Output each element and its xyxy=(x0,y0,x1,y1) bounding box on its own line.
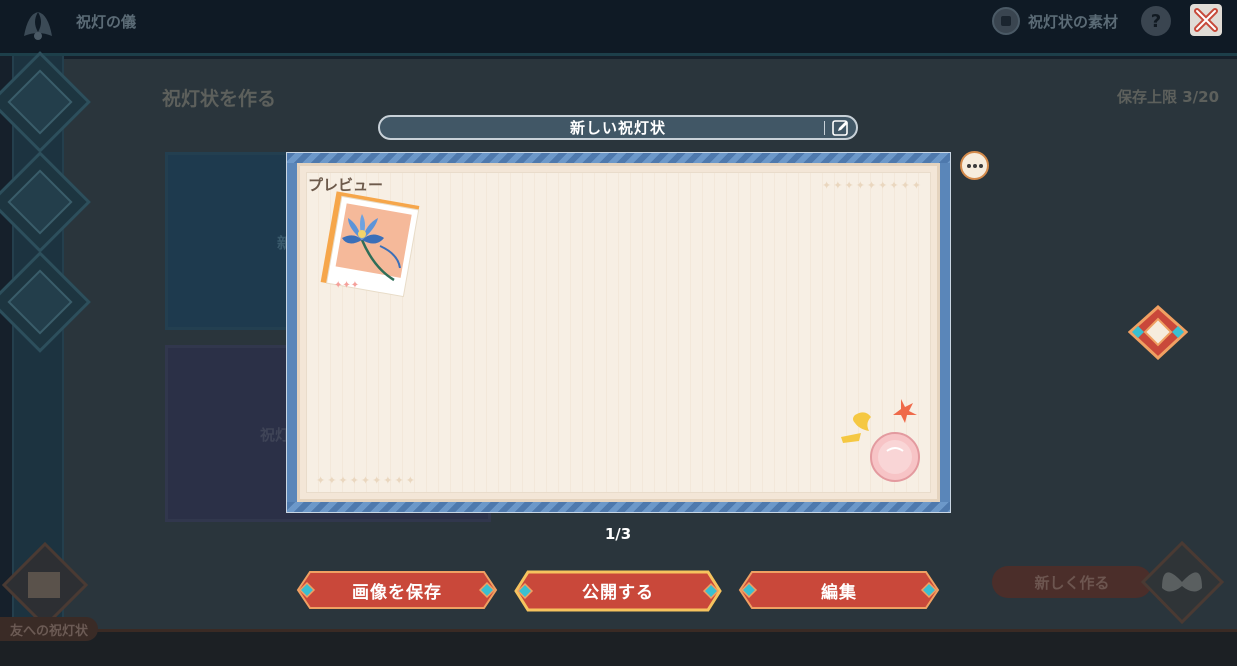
more-dot xyxy=(966,163,971,168)
help-icon[interactable]: ? xyxy=(1141,6,1171,36)
frame-stripe-top xyxy=(287,153,950,163)
butterfly-icon xyxy=(1140,540,1225,625)
letter-paper: プレビュー ✦✦✦✦✦✦✦✦✦ ✦✦✦✦✦✦✦✦✦ ✦✦✦ xyxy=(297,163,940,502)
publish-button[interactable]: 公開する xyxy=(514,570,722,612)
page-heading: 祝灯状を作る xyxy=(162,88,277,110)
close-icon[interactable] xyxy=(1188,2,1224,38)
save-image-button[interactable]: 画像を保存 xyxy=(296,570,498,610)
star-decoration-top: ✦✦✦✦✦✦✦✦✦ xyxy=(822,179,923,192)
name-divider xyxy=(824,121,825,135)
edit-pencil-icon[interactable] xyxy=(832,119,850,137)
app-title: 祝灯の儀 xyxy=(76,13,137,31)
edit-button[interactable]: 編集 xyxy=(738,570,940,610)
letter-name-bar: 新しい祝灯状 xyxy=(378,115,858,140)
materials-label: 祝灯状の素材 xyxy=(1028,12,1119,31)
star-decoration-bottom: ✦✦✦✦✦✦✦✦✦ xyxy=(316,474,417,487)
edit-label: 編集 xyxy=(821,582,857,603)
publish-label: 公開する xyxy=(582,582,654,603)
lantern-logo-icon xyxy=(24,12,52,40)
top-bar: 祝灯の儀 祝灯状の素材 ? xyxy=(0,0,1237,56)
materials-icon xyxy=(992,7,1020,35)
letter-preview-card: プレビュー ✦✦✦✦✦✦✦✦✦ ✦✦✦✦✦✦✦✦✦ ✦✦✦ xyxy=(286,152,951,513)
frame-stripe-bottom xyxy=(287,502,950,512)
svg-text:✦✦✦: ✦✦✦ xyxy=(334,280,359,291)
create-new-button[interactable]: 新しく作る xyxy=(992,566,1152,598)
materials-button[interactable]: 祝灯状の素材 xyxy=(992,6,1118,36)
bottom-bar xyxy=(0,629,1237,666)
page-indicator: 1/3 xyxy=(604,525,632,543)
peach-sticker xyxy=(841,399,920,482)
letter-name: 新しい祝灯状 xyxy=(569,119,666,137)
friend-letters-tab[interactable]: 友への祝灯状 xyxy=(0,617,99,641)
more-dot xyxy=(972,163,977,168)
save-image-label: 画像を保存 xyxy=(352,582,442,603)
save-limit: 保存上限 3/20 xyxy=(1117,88,1220,106)
more-dots-icon[interactable] xyxy=(960,151,989,180)
lotus-photo-sticker: ✦✦✦ xyxy=(320,191,420,298)
next-arrow-icon[interactable] xyxy=(1128,305,1188,360)
more-dot xyxy=(978,163,983,168)
